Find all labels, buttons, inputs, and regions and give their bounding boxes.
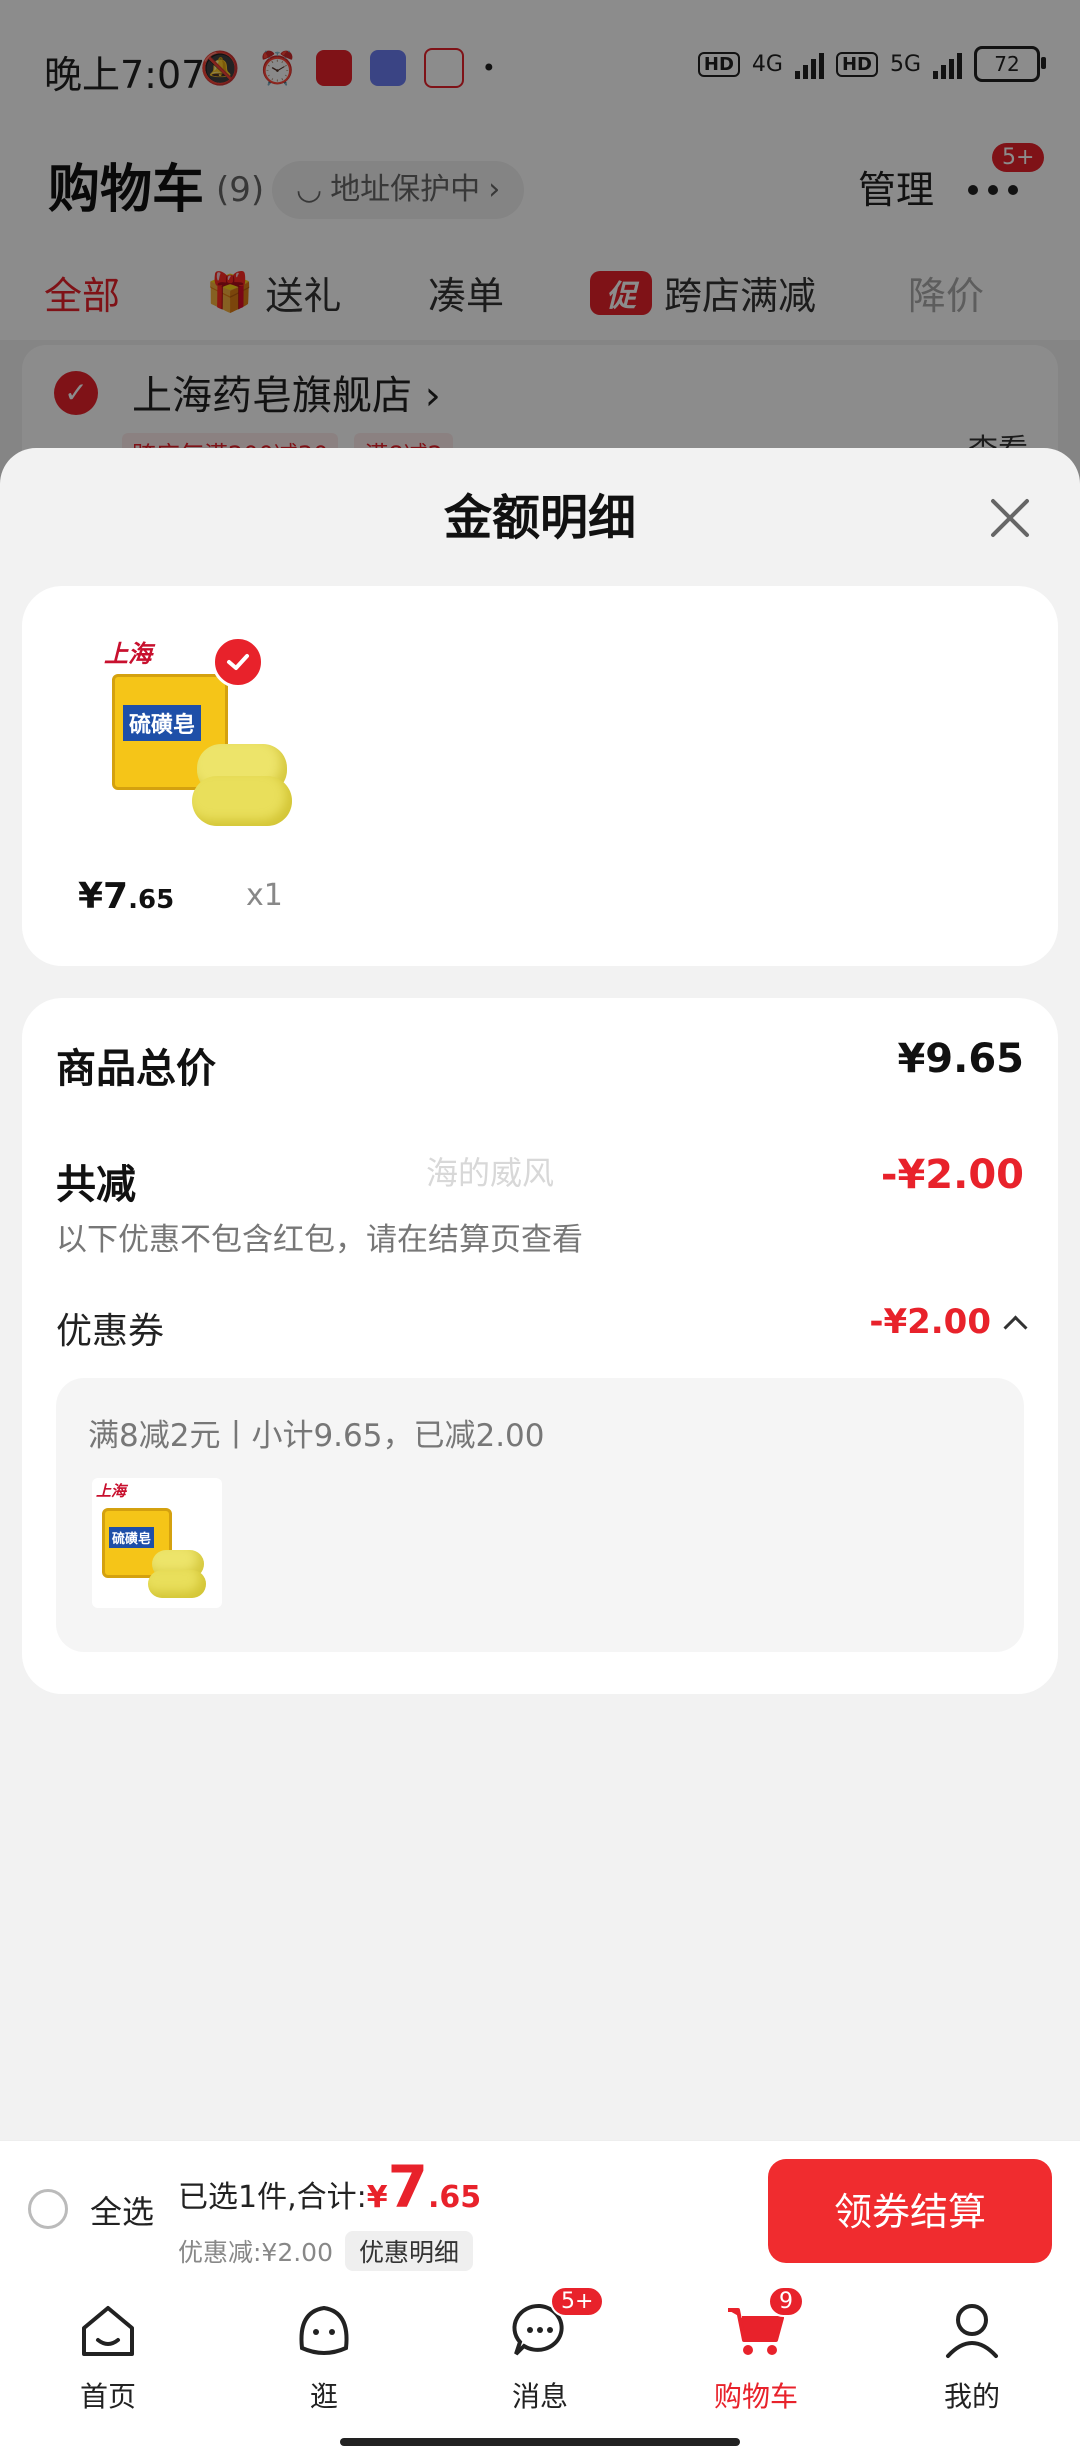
- product-price-int: ¥7: [78, 876, 129, 917]
- total-label: 商品总价: [56, 1046, 216, 1092]
- nav-browse[interactable]: 逛: [254, 2298, 394, 2415]
- select-all-label[interactable]: 全选: [90, 2187, 154, 2233]
- browse-face-icon: [299, 2305, 349, 2355]
- box-label: 硫磺皂: [123, 705, 202, 741]
- nav-browse-label: 逛: [309, 2380, 338, 2413]
- summary-card: 商品总价 ¥9.65 共减 -¥2.00 海的威风 以下优惠不包含红包，请在结算…: [22, 998, 1058, 1694]
- total-value: ¥9.65: [897, 1036, 1024, 1082]
- soap-bar: [148, 1570, 206, 1598]
- nav-home[interactable]: 首页: [38, 2298, 178, 2415]
- select-all-radio[interactable]: [28, 2189, 68, 2229]
- messages-badge: 5+: [550, 2286, 605, 2317]
- discount-text: 优惠减:¥2.00: [178, 2238, 333, 2267]
- coupon-row[interactable]: 优惠券 -¥2.00: [56, 1302, 1028, 1354]
- watermark: 海的威风: [426, 1154, 555, 1192]
- discount-detail-button[interactable]: 优惠明细: [345, 2231, 474, 2271]
- checkout-bar: 全选 已选1件,合计: ¥ 7 .65 优惠减:¥2.00 优惠明细 领券结算: [0, 2140, 1080, 2279]
- selected-text: 已选1件,合计:: [178, 2180, 367, 2215]
- user-icon: [946, 2304, 998, 2358]
- reduce-note: 以下优惠不包含红包，请在结算页查看: [56, 1222, 583, 1258]
- box-label: 硫磺皂: [109, 1527, 155, 1548]
- nav-cart-label: 购物车: [713, 2380, 798, 2413]
- reduce-value: -¥2.00: [880, 1152, 1024, 1198]
- coupon-product-thumb[interactable]: 上海 硫磺皂: [92, 1478, 222, 1608]
- reduce-label: 共减: [56, 1162, 136, 1208]
- nav-cart[interactable]: 9 购物车: [686, 2286, 826, 2415]
- nav-home-label: 首页: [79, 2380, 136, 2413]
- home-icon: [82, 2306, 134, 2356]
- cart-badge: 9: [768, 2286, 804, 2317]
- checkout-button[interactable]: 领券结算: [768, 2159, 1052, 2263]
- selected-summary: 已选1件,合计: ¥ 7 .65: [178, 2153, 482, 2221]
- home-indicator: [340, 2438, 740, 2446]
- nav-mine[interactable]: 我的: [902, 2298, 1042, 2415]
- coupon-detail-text: 满8减2元丨小计9.65，已减2.00: [88, 1418, 545, 1454]
- product-check-icon[interactable]: [212, 636, 264, 688]
- brand-logo: 上海: [96, 1482, 127, 1500]
- product-qty: x1: [246, 878, 283, 913]
- close-icon[interactable]: [980, 488, 1040, 548]
- nav-messages-label: 消息: [511, 2380, 568, 2413]
- coupon-value: -¥2.00: [869, 1302, 991, 1342]
- coupon-value-wrap: -¥2.00: [869, 1302, 1028, 1342]
- soap-bar: [192, 776, 292, 826]
- product-image[interactable]: 上海 硫磺皂: [82, 634, 302, 826]
- amount-detail-sheet: 金额明细 上海 硫磺皂 ¥7.65 x1 商品总价 ¥9.65 共减 -¥2.0…: [0, 448, 1080, 2140]
- bottom-nav: 首页 逛 5+ 消息 9 购物车 我的: [0, 2278, 1080, 2460]
- sheet-title: 金额明细: [443, 490, 636, 546]
- product-price-dec: .65: [128, 885, 175, 915]
- discount-line: 优惠减:¥2.00 优惠明细: [178, 2231, 474, 2271]
- total-dec: .65: [427, 2180, 482, 2215]
- total-symbol: ¥: [366, 2180, 388, 2215]
- nav-messages[interactable]: 5+ 消息: [470, 2286, 610, 2415]
- coupon-label: 优惠券: [56, 1311, 165, 1352]
- nav-mine-label: 我的: [943, 2380, 1000, 2413]
- product-price: ¥7.65: [78, 876, 174, 917]
- total-row: 商品总价 ¥9.65: [56, 1036, 1024, 1094]
- brand-logo: 上海: [104, 640, 152, 668]
- product-card: 上海 硫磺皂 ¥7.65 x1: [22, 586, 1058, 966]
- coupon-detail: 满8减2元丨小计9.65，已减2.00 上海 硫磺皂: [56, 1378, 1024, 1652]
- total-int: 7: [387, 2153, 428, 2221]
- chevron-up-icon[interactable]: [1003, 1314, 1028, 1340]
